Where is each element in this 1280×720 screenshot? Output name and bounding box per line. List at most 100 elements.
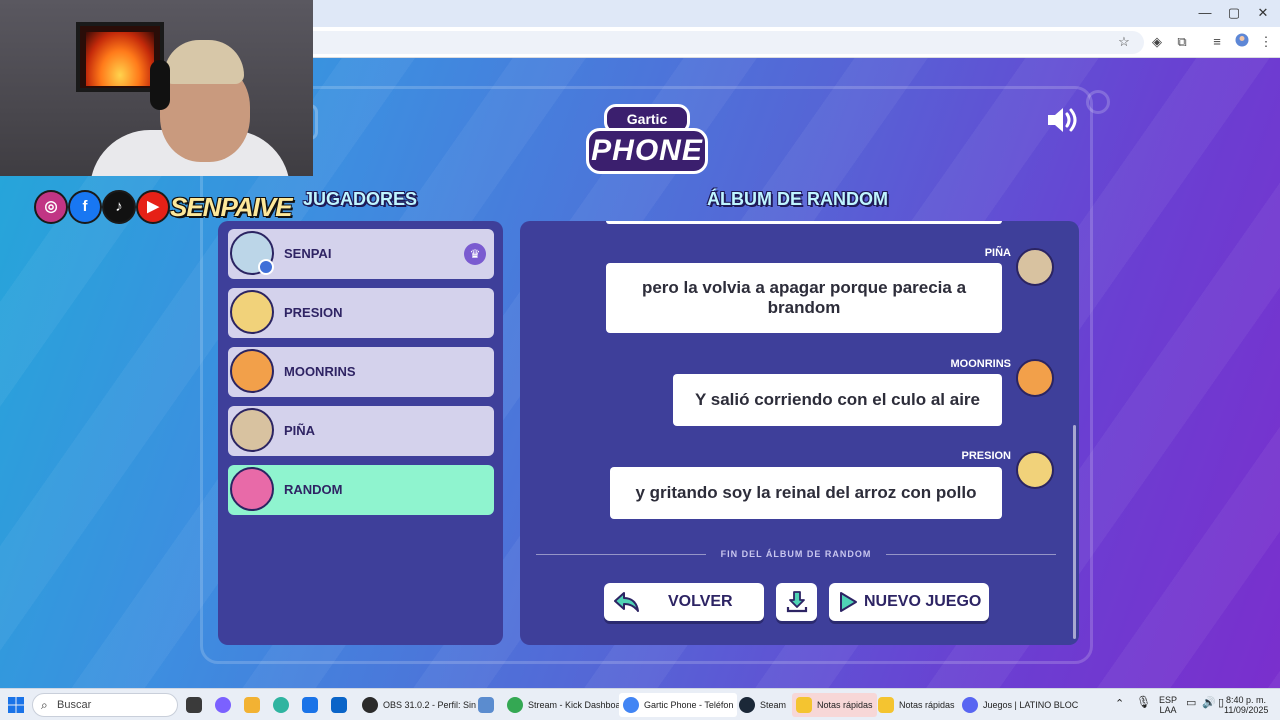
chrome-icon bbox=[507, 697, 523, 713]
more-menu-icon[interactable]: ⋮ bbox=[1257, 33, 1275, 51]
taskbar-app-label: Notas rápidas bbox=[899, 700, 955, 710]
download-button[interactable] bbox=[776, 583, 817, 621]
taskbar-app-label: Juegos | LATINO BLOC bbox=[983, 700, 1079, 710]
facebook-icon: f bbox=[68, 190, 102, 224]
volume-icon[interactable]: 🔊 bbox=[1202, 698, 1216, 709]
taskbar-app-discord[interactable]: Juegos | LATINO BLOC bbox=[962, 693, 1078, 717]
player-name: RANDOM bbox=[284, 482, 343, 497]
language-top: ESP bbox=[1158, 695, 1177, 705]
download-icon bbox=[786, 591, 807, 613]
webcam-headset bbox=[150, 60, 170, 110]
taskbar-app-sticky-notes-2[interactable]: Notas rápidas bbox=[878, 693, 955, 717]
taskbar-app-label: OBS 31.0.2 - Perfil: Sin bbox=[383, 700, 477, 710]
player-avatar bbox=[230, 349, 274, 393]
new-game-button[interactable]: NUEVO JUEGO bbox=[829, 583, 989, 621]
windows-start-icon[interactable] bbox=[8, 697, 24, 713]
player-name: PRESION bbox=[284, 305, 343, 320]
taskbar-store-icon[interactable] bbox=[302, 693, 323, 717]
windows-taskbar: ⌕ Buscar OBS 31.0.2 - Perfil: Sin Stream… bbox=[0, 688, 1280, 720]
taskbar-app-notepad[interactable] bbox=[478, 693, 499, 717]
search-icon: ⌕ bbox=[41, 698, 48, 712]
album-end-divider: FIN DEL ÁLBUM DE RANDOM bbox=[536, 547, 1056, 561]
taskbar-app-chrome-gartic[interactable]: Gartic Phone - Teléfon bbox=[619, 693, 738, 717]
notepad-icon bbox=[478, 697, 494, 713]
album-previous-item-edge bbox=[606, 221, 1002, 224]
player-name: SENPAI bbox=[284, 246, 332, 261]
network-icon[interactable]: ▭ bbox=[1186, 698, 1196, 709]
steam-icon bbox=[739, 697, 755, 713]
logo-bottom: PHONE bbox=[586, 128, 708, 174]
youtube-icon: ▶ bbox=[136, 190, 170, 224]
language-bottom: LAA bbox=[1159, 705, 1177, 715]
play-icon bbox=[840, 592, 857, 612]
player-row-presion[interactable]: PRESION bbox=[228, 288, 494, 338]
streamer-handle: SENPAIVE bbox=[170, 192, 293, 222]
bookmark-star-icon[interactable]: ☆ bbox=[1115, 33, 1133, 51]
player-name: MOONRINS bbox=[284, 364, 356, 379]
player-avatar bbox=[230, 467, 274, 511]
message-author: MOONRINS bbox=[950, 358, 1012, 370]
player-avatar bbox=[230, 408, 274, 452]
extension-shield-icon[interactable]: ◈ bbox=[1148, 33, 1166, 51]
extensions-puzzle-icon[interactable]: ⧉ bbox=[1173, 33, 1191, 51]
profile-avatar-icon[interactable] bbox=[1233, 33, 1251, 51]
clock[interactable]: 8:40 p. m. 11/09/2025 bbox=[1224, 695, 1268, 715]
sticky-notes-icon bbox=[796, 697, 812, 713]
player-avatar bbox=[230, 290, 274, 334]
message-bubble: y gritando soy la reinal del arroz con p… bbox=[610, 467, 1002, 519]
taskbar-files-icon[interactable] bbox=[244, 693, 265, 717]
message-author: PIÑA bbox=[984, 247, 1011, 259]
instagram-icon: ◎ bbox=[34, 190, 68, 224]
clock-date: 11/09/2025 bbox=[1224, 705, 1269, 715]
sound-icon[interactable] bbox=[1046, 106, 1080, 134]
album-title: ÁLBUM DE RANDOM bbox=[707, 189, 888, 209]
album-panel: PIÑA pero la volvia a apagar porque pare… bbox=[520, 221, 1079, 645]
taskbar-search[interactable]: ⌕ Buscar bbox=[32, 693, 178, 717]
language-indicator[interactable]: ESP LAA bbox=[1158, 695, 1178, 715]
obs-icon bbox=[362, 697, 378, 713]
address-bar[interactable] bbox=[300, 31, 1144, 54]
players-title: JUGADORES bbox=[303, 189, 418, 209]
player-row-moonrins[interactable]: MOONRINS bbox=[228, 347, 494, 397]
chrome-icon bbox=[623, 697, 639, 713]
message-avatar bbox=[1016, 451, 1054, 489]
media-control-icon[interactable]: ≡ bbox=[1208, 33, 1226, 51]
frame-ring bbox=[1086, 90, 1110, 114]
taskbar-edge-icon[interactable] bbox=[273, 693, 294, 717]
tiktok-icon: ♪ bbox=[102, 190, 136, 224]
taskbar-outlook-icon[interactable] bbox=[331, 693, 352, 717]
message-avatar bbox=[1016, 359, 1054, 397]
back-button-label: VOLVER bbox=[668, 593, 733, 610]
taskbar-app-label: Gartic Phone - Teléfon bbox=[644, 700, 734, 710]
user-badge-icon bbox=[258, 259, 274, 275]
back-button[interactable]: VOLVER bbox=[604, 583, 764, 621]
message-bubble: Y salió corriendo con el culo al aire bbox=[673, 374, 1002, 426]
gartic-phone-logo: Gartic PHONE bbox=[586, 104, 708, 176]
close-button[interactable]: ✕ bbox=[1246, 4, 1280, 22]
taskbar-app-obs[interactable]: OBS 31.0.2 - Perfil: Sin bbox=[362, 693, 476, 717]
player-row-pina[interactable]: PIÑA bbox=[228, 406, 494, 456]
crown-icon: ♛ bbox=[464, 243, 486, 265]
taskbar-app-label: Stream - Kick Dashboa bbox=[528, 700, 621, 710]
message-avatar bbox=[1016, 248, 1054, 286]
search-placeholder: Buscar bbox=[57, 699, 92, 711]
webcam-fire bbox=[86, 32, 154, 86]
tray-chevron-icon[interactable]: ⌃ bbox=[1115, 699, 1124, 710]
player-row-senpai[interactable]: SENPAI ♛ bbox=[228, 229, 494, 279]
taskbar-app-sticky-notes-1[interactable]: Notas rápidas bbox=[792, 693, 877, 717]
new-game-button-label: NUEVO JUEGO bbox=[864, 593, 982, 610]
taskbar-app-steam[interactable]: Steam bbox=[739, 693, 786, 717]
sticky-notes-icon bbox=[878, 697, 894, 713]
discord-icon bbox=[962, 697, 978, 713]
album-scrollbar[interactable] bbox=[1073, 425, 1076, 639]
taskbar-copilot-icon[interactable] bbox=[215, 693, 236, 717]
microphone-icon[interactable]: 🎙 bbox=[1136, 696, 1151, 708]
taskbar-app-label: Steam bbox=[760, 700, 787, 710]
taskbar-file-explorer-icon[interactable] bbox=[186, 693, 207, 717]
player-name: PIÑA bbox=[284, 423, 316, 438]
player-row-random[interactable]: RANDOM bbox=[228, 465, 494, 515]
taskbar-app-label: Notas rápidas bbox=[817, 700, 873, 710]
back-arrow-icon bbox=[614, 592, 639, 612]
taskbar-app-chrome-kick[interactable]: Stream - Kick Dashboa bbox=[507, 693, 621, 717]
message-author: PRESION bbox=[961, 450, 1011, 462]
